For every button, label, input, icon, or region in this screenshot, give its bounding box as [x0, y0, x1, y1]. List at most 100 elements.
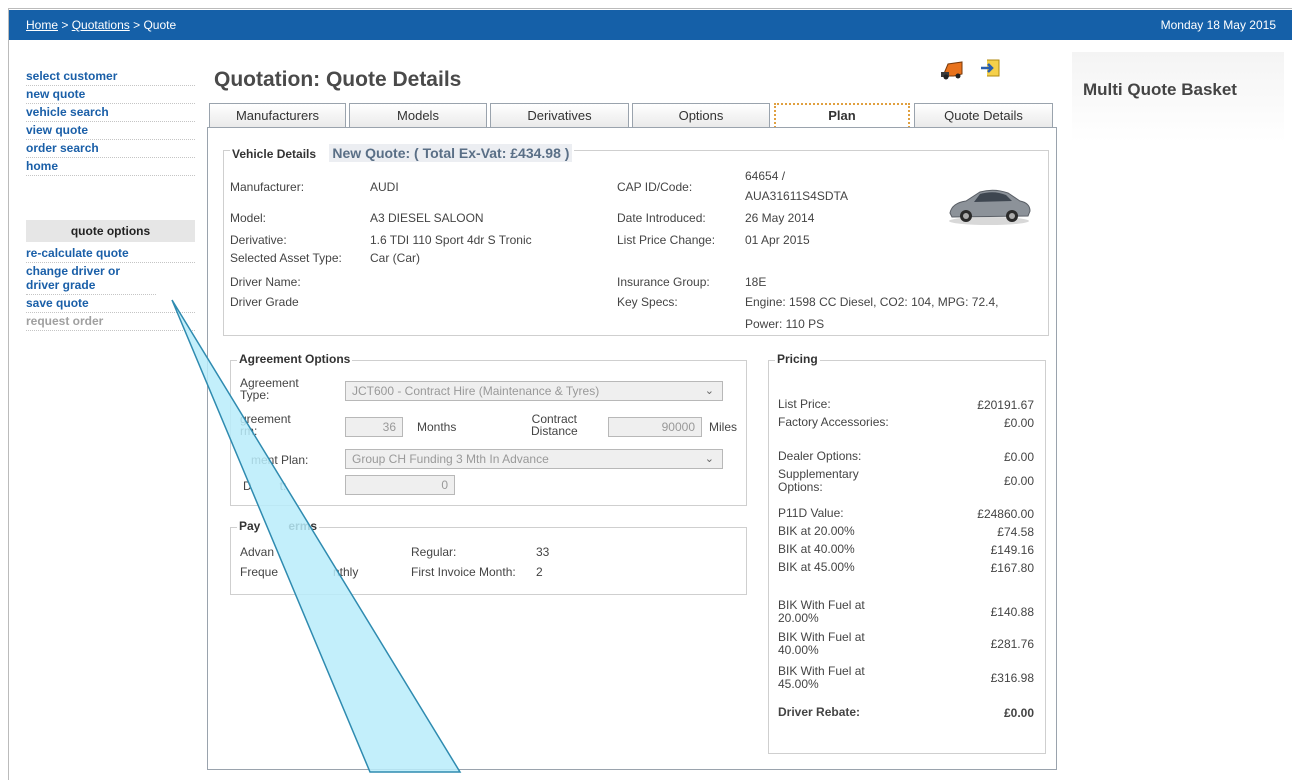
pricing-value: £24860.00 [977, 507, 1034, 521]
multi-quote-basket: Multi Quote Basket [1072, 52, 1284, 142]
page-title: Quotation: Quote Details [214, 68, 462, 91]
chevron-down-icon: ⌄ [704, 453, 714, 465]
frequency-value: nthly [333, 565, 359, 579]
tab-options[interactable]: Options [632, 103, 770, 128]
current-date: Monday 18 May 2015 [1160, 18, 1276, 32]
payment-terms-fieldset: Pay erms Advan Freque nthly Regular: 33 F… [230, 519, 747, 595]
deposit-label: Dt: [243, 479, 286, 493]
regular-label: Regular: [411, 545, 457, 559]
agreement-options-fieldset: Agreement Options Agreement Type: JCT600… [230, 352, 747, 506]
nav-new-quote[interactable]: new quote [26, 86, 195, 104]
payment-plan-select[interactable]: Group CH Funding 3 Mth In Advance ⌄ [345, 449, 723, 469]
tab-quote-details[interactable]: Quote Details [914, 103, 1053, 128]
pricing-value: £149.16 [990, 543, 1034, 557]
regular-value: 33 [536, 545, 550, 559]
quote-options-header: quote options [26, 220, 195, 242]
pricing-value: £167.80 [990, 561, 1034, 575]
asset-type-label: Selected Asset Type: [230, 251, 342, 265]
vehicle-details-title: Vehicle Details [232, 147, 317, 161]
basket-title: Multi Quote Basket [1083, 80, 1237, 99]
pricing-value: £74.58 [997, 525, 1034, 539]
advance-label: Advan [240, 545, 275, 559]
model-value: A3 DIESEL SALOON [370, 211, 484, 225]
nav-select-customer[interactable]: select customer [26, 68, 195, 86]
breadcrumb-quotations-link[interactable]: Quotations [72, 18, 130, 32]
tab-content-panel: Vehicle Details New Quote: ( Total Ex-Va… [207, 127, 1057, 770]
export-icon[interactable] [979, 58, 1003, 80]
deposit-input[interactable]: 0 [345, 475, 455, 495]
key-specs-line1: Engine: 1598 CC Diesel, CO2: 104, MPG: 7… [745, 295, 999, 309]
agreement-term-input[interactable]: 36 [345, 417, 403, 437]
agreement-type-value: JCT600 - Contract Hire (Maintenance & Ty… [352, 384, 600, 398]
tab-plan[interactable]: Plan [774, 103, 910, 128]
breadcrumb-current: Quote [143, 18, 177, 32]
toolbar-icons [940, 58, 1015, 83]
nav-save-quote[interactable]: save quote [26, 295, 195, 313]
nav-home[interactable]: home [26, 158, 195, 176]
quote-total: New Quote: ( Total Ex-Vat: £434.98 ) [329, 144, 573, 162]
contract-distance-input[interactable]: 90000 [608, 417, 702, 437]
pricing-label: BIK at 40.00% [778, 542, 855, 556]
breadcrumb-home-link[interactable]: Home [26, 18, 58, 32]
driver-grade-label: Driver Grade [230, 295, 299, 309]
list-price-change-label: List Price Change: [617, 233, 716, 247]
pricing-value: £281.76 [990, 637, 1034, 651]
agreement-type-label: Agreement Type: [240, 377, 299, 401]
pricing-label: P11D Value: [778, 506, 844, 520]
pricing-label: List Price: [778, 397, 831, 411]
agreement-type-label-line2: Type: [240, 388, 270, 402]
derivative-label: Derivative: [230, 233, 287, 247]
breadcrumb-separator: > [133, 18, 141, 32]
nav-recalculate-quote[interactable]: re-calculate quote [26, 245, 195, 263]
pricing-label: BIK at 20.00% [778, 524, 855, 538]
pricing-legend: Pricing [775, 352, 820, 366]
pricing-fieldset: Pricing List Price: £20191.67 Factory Acce… [768, 352, 1046, 754]
derivative-value: 1.6 TDI 110 Sport 4dr S Tronic [370, 233, 532, 247]
breadcrumb-separator: > [61, 18, 69, 32]
nav-view-quote[interactable]: view quote [26, 122, 195, 140]
payment-terms-legend: Pay erms [237, 519, 320, 533]
nav-vehicle-search[interactable]: vehicle search [26, 104, 195, 122]
truck-icon[interactable] [940, 58, 964, 80]
payment-terms-legend-part2: erms [288, 519, 318, 533]
insurance-group-value: 18E [745, 275, 767, 289]
agreement-type-select[interactable]: JCT600 - Contract Hire (Maintenance & Ty… [345, 381, 723, 401]
nav-change-driver[interactable]: change driver or driver grade [26, 263, 156, 295]
pricing-value: £0.00 [1003, 450, 1034, 464]
breadcrumb: Home > Quotations > Quote [26, 18, 176, 32]
distance-unit-label: Miles [709, 420, 738, 434]
pricing-label: BIK With Fuel at 40.00% [778, 630, 865, 657]
nav-request-order: request order [26, 313, 195, 331]
car-image [946, 183, 1032, 230]
asset-type-value: Car (Car) [370, 251, 420, 265]
insurance-group-label: Insurance Group: [617, 275, 710, 289]
deposit-label-part1: D [243, 479, 252, 493]
model-label: Model: [230, 211, 267, 225]
vehicle-details-fieldset: Vehicle Details New Quote: ( Total Ex-Va… [223, 144, 1049, 336]
frequency-label: Freque [240, 565, 279, 579]
pricing-label: Dealer Options: [778, 449, 862, 463]
pricing-value: £316.98 [990, 671, 1034, 685]
list-price-change-value: 01 Apr 2015 [745, 233, 810, 247]
date-introduced-value: 26 May 2014 [745, 211, 815, 225]
payment-terms-legend-part1: Pay [239, 519, 261, 533]
left-navigation: select customer new quote vehicle search… [26, 68, 195, 331]
payment-plan-value: Group CH Funding 3 Mth In Advance [352, 452, 549, 466]
pricing-label: BIK at 45.00% [778, 560, 855, 574]
pricing-label: Driver Rebate: [778, 705, 861, 719]
tab-manufacturers[interactable]: Manufacturers [209, 103, 346, 128]
pricing-value: £20191.67 [977, 398, 1034, 412]
nav-order-search[interactable]: order search [26, 140, 195, 158]
key-specs-line2: Power: 110 PS [745, 317, 825, 331]
deposit-label-part2: t: [279, 479, 287, 493]
manufacturer-label: Manufacturer: [230, 180, 305, 194]
first-invoice-label: First Invoice Month: [411, 565, 516, 579]
payment-plan-label: ment Plan: [251, 453, 309, 467]
pricing-label: BIK With Fuel at 45.00% [778, 664, 865, 691]
tab-derivatives[interactable]: Derivatives [490, 103, 629, 128]
driver-name-label: Driver Name: [230, 275, 301, 289]
cap-id-line1: 64654 / [745, 169, 786, 183]
pricing-label: BIK With Fuel at 20.00% [778, 598, 865, 625]
tab-models[interactable]: Models [349, 103, 487, 128]
contract-distance-label-line2: Distance [531, 424, 578, 438]
